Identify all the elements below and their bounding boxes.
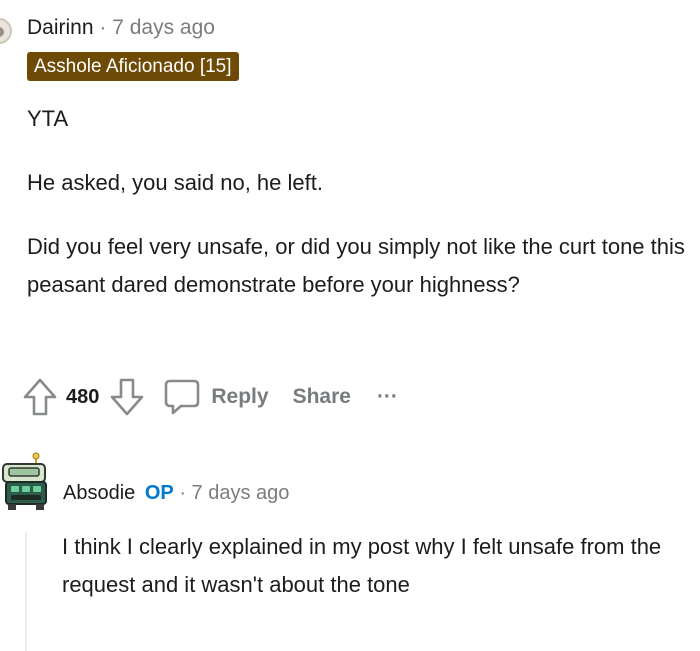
- comment-timestamp[interactable]: 7 days ago: [112, 16, 215, 39]
- comment-meta: Absodie OP · 7 days ago: [63, 479, 289, 507]
- comment-action-bar: 480 Reply Share ···: [22, 376, 398, 418]
- comment-paragraph: I think I clearly explained in my post w…: [62, 534, 662, 597]
- username-link[interactable]: Dairinn: [27, 16, 94, 39]
- op-badge: OP: [144, 482, 174, 504]
- meta-separator: ·: [99, 16, 107, 39]
- comment-thread: Dairinn · 7 days ago Asshole Aficionado …: [0, 0, 700, 651]
- comment-paragraph: He asked, you said no, he left.: [27, 170, 323, 195]
- meta-separator: ·: [179, 482, 186, 504]
- reply-button[interactable]: Reply: [163, 378, 269, 416]
- speech-bubble-icon: [163, 378, 201, 416]
- downvote-arrow-icon[interactable]: [109, 377, 145, 417]
- thread-collapse-line[interactable]: [25, 532, 27, 651]
- user-avatar[interactable]: [0, 18, 12, 44]
- upvote-arrow-icon[interactable]: [22, 377, 58, 417]
- comment-body: YTA He asked, you said no, he left. Did …: [27, 100, 695, 332]
- robot-avatar-icon[interactable]: [0, 452, 52, 514]
- more-options-icon[interactable]: ···: [377, 385, 398, 409]
- comment-paragraph: Did you feel very unsafe, or did you sim…: [27, 234, 685, 297]
- comment-timestamp[interactable]: 7 days ago: [192, 482, 290, 504]
- username-link[interactable]: Absodie: [63, 482, 135, 504]
- share-button[interactable]: Share: [293, 385, 351, 409]
- comment-body: I think I clearly explained in my post w…: [62, 528, 692, 604]
- user-flair: Asshole Aficionado [15]: [27, 52, 239, 81]
- vote-score: 480: [66, 385, 100, 408]
- comment-meta: Dairinn · 7 days ago: [27, 14, 215, 42]
- reply-label: Reply: [211, 385, 269, 408]
- comment-paragraph: YTA: [27, 106, 69, 131]
